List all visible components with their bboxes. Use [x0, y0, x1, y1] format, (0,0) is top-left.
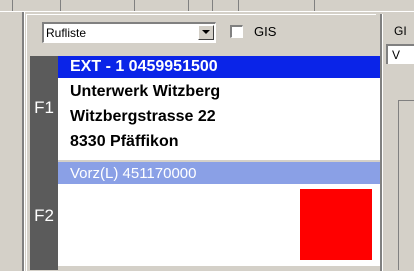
f1-call-slot[interactable]: EXT - 1 0459951500 Unterwerk Witzberg Wi…	[58, 56, 380, 160]
right-panel-group	[398, 100, 414, 270]
top-tab-strip	[0, 0, 414, 12]
right-panel-field[interactable]: V	[386, 44, 414, 64]
gis-checkbox-label[interactable]: GIS	[254, 24, 276, 39]
tab-divider	[238, 0, 239, 11]
left-frame	[0, 12, 26, 271]
tab-divider	[134, 0, 135, 11]
dropdown-arrow-button[interactable]	[198, 25, 214, 40]
tab-divider	[188, 0, 189, 11]
caller-street: Witzbergstrasse 22	[70, 108, 216, 125]
caller-number: EXT - 1 0459951500	[70, 58, 218, 75]
tab-divider	[212, 0, 213, 11]
f2-call-slot[interactable]: Vorz(L) 451170000	[58, 162, 380, 266]
f2-key-label[interactable]: F2	[30, 206, 58, 226]
list-dropdown[interactable]: Rufliste	[42, 22, 216, 43]
right-panel-tab[interactable]: GI	[394, 24, 407, 38]
right-panel-field-value: V	[392, 48, 401, 62]
list-dropdown-value: Rufliste	[46, 26, 87, 40]
f1-key-label[interactable]: F1	[30, 98, 58, 118]
right-panel-divider	[380, 14, 383, 271]
function-key-strip	[30, 56, 58, 270]
f2-header-bar: Vorz(L) 451170000	[58, 162, 380, 184]
left-frame-edge	[22, 12, 25, 271]
caller-city: 8330 Pfäffikon	[70, 133, 179, 150]
caller-name: Unterwerk Witzberg	[70, 83, 221, 100]
f2-header-text: Vorz(L) 451170000	[70, 165, 197, 182]
chevron-down-icon	[202, 30, 210, 34]
tab-divider	[314, 0, 315, 11]
status-indicator	[300, 189, 372, 260]
tab-divider	[60, 0, 61, 11]
tab-divider	[12, 0, 13, 11]
gis-checkbox[interactable]	[230, 25, 243, 38]
